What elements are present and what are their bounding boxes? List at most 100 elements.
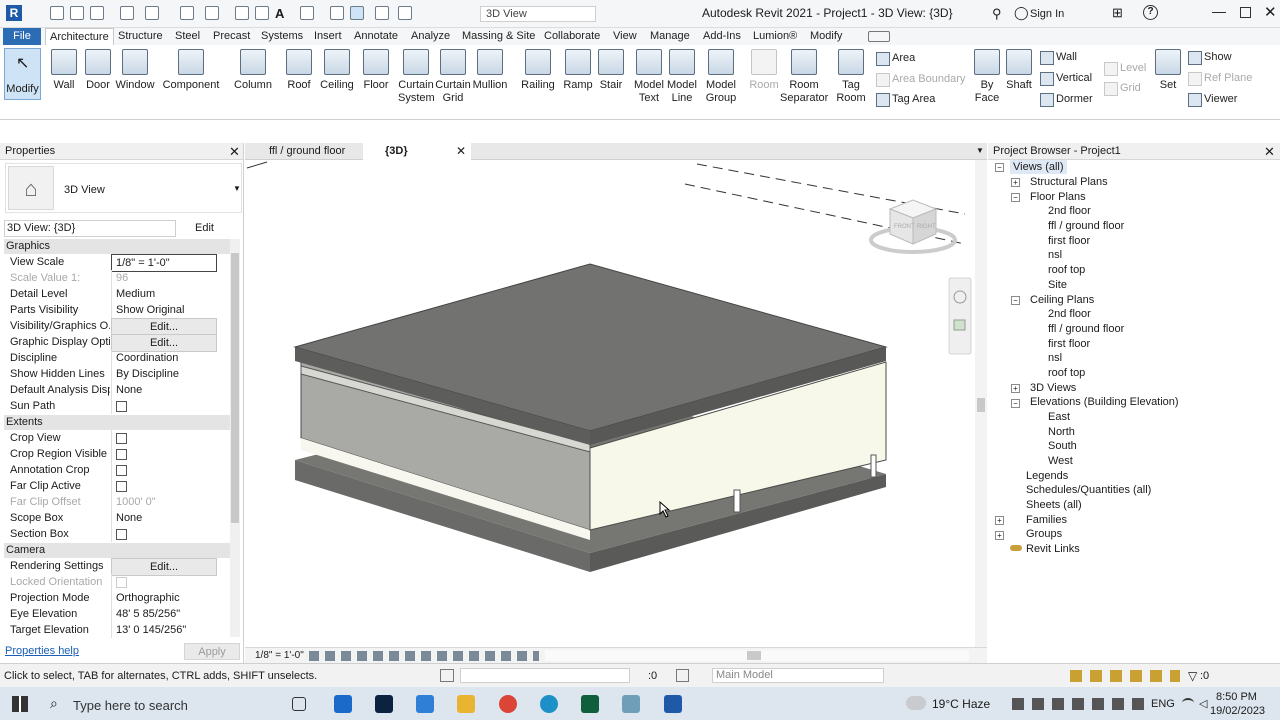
wifi-icon[interactable]	[1182, 698, 1194, 708]
prop-row[interactable]: Eye Elevation 48' 5 85/256"	[4, 606, 217, 622]
tree-schedules[interactable]: Schedules/Quantities (all)	[1026, 483, 1151, 497]
prop-row[interactable]: Discipline Coordination	[4, 350, 217, 366]
tree-sheets[interactable]: Sheets (all)	[1026, 498, 1082, 512]
column-button[interactable]: Column	[234, 49, 272, 92]
scrollbar-thumb[interactable]	[977, 398, 985, 412]
tab-systems[interactable]: Systems	[257, 28, 307, 45]
tree-item[interactable]: nsl	[1048, 351, 1062, 365]
expand-icon[interactable]: +	[995, 531, 1004, 540]
tab-add-ins[interactable]: Add-Ins	[699, 28, 745, 45]
tree-item[interactable]: Site	[1048, 278, 1067, 292]
prop-row[interactable]: Section Box	[4, 526, 217, 542]
annotation-crop-checkbox[interactable]	[116, 464, 127, 476]
3d-view-icon[interactable]	[300, 6, 314, 20]
close-icon[interactable]: ✕	[229, 143, 240, 160]
ramp-button[interactable]: Ramp	[562, 49, 594, 92]
tree-item[interactable]: first floor	[1048, 337, 1090, 351]
undo-icon[interactable]	[120, 6, 134, 20]
view-scale-label[interactable]: 1/8" = 1'-0"	[255, 650, 304, 661]
clock-time[interactable]: 8:50 PM	[1216, 691, 1257, 703]
tab-precast[interactable]: Precast	[209, 28, 254, 45]
app-icon[interactable]	[581, 695, 599, 713]
prop-row[interactable]: Rendering Settings Edit...	[4, 558, 217, 576]
grid-button[interactable]: Grid	[1104, 80, 1141, 96]
tree-structural-plans[interactable]: Structural Plans	[1030, 175, 1108, 189]
tree-item[interactable]: East	[1048, 410, 1070, 424]
prop-row[interactable]: Graphic Display Opti... Edit...	[4, 334, 217, 352]
tray-icons[interactable]	[1012, 698, 1144, 710]
mail-icon[interactable]	[416, 695, 434, 713]
dormer-button[interactable]: Dormer	[1040, 91, 1093, 107]
ref-plane-button[interactable]: Ref Plane	[1188, 70, 1252, 86]
workset-icon[interactable]	[440, 669, 454, 682]
level-button[interactable]: Level	[1104, 60, 1146, 76]
expand-icon[interactable]: +	[1011, 384, 1020, 393]
task-view-icon[interactable]	[292, 697, 306, 711]
tab-annotate[interactable]: Annotate	[350, 28, 402, 45]
collapse-icon[interactable]: −	[995, 163, 1004, 172]
prop-value[interactable]: 13' 0 145/256"	[111, 622, 217, 638]
speaker-icon[interactable]: ◁	[1199, 697, 1207, 710]
tab-ffl-ground-floor[interactable]: ffl / ground floor	[247, 143, 359, 160]
floor-button[interactable]: Floor	[361, 49, 391, 92]
wall-opening-button[interactable]: Wall	[1040, 49, 1077, 65]
prop-row[interactable]: Target Elevation 13' 0 145/256"	[4, 622, 217, 638]
camera-section[interactable]: Camera	[4, 543, 230, 558]
wall-button[interactable]: Wall	[50, 49, 78, 92]
prop-value[interactable]: None	[111, 382, 217, 398]
horizontal-scrollbar[interactable]	[545, 650, 969, 661]
prop-row[interactable]: Parts Visibility Show Original	[4, 302, 217, 318]
model-text-button[interactable]: Model Text	[632, 49, 666, 105]
model-canvas[interactable]: FRONT RIGHT	[245, 160, 975, 634]
tree-item[interactable]: first floor	[1048, 234, 1090, 248]
expand-icon[interactable]: +	[1011, 178, 1020, 187]
prop-value[interactable]: Show Original	[111, 302, 217, 318]
modify-button[interactable]: ↖ Modify	[4, 48, 41, 100]
open-icon[interactable]	[50, 6, 64, 20]
curtain-grid-button[interactable]: Curtain Grid	[435, 49, 471, 105]
prop-row[interactable]: Scope Box None	[4, 510, 217, 526]
expand-icon[interactable]: +	[995, 516, 1004, 525]
model-dropdown[interactable]: Main Model	[712, 668, 884, 683]
scrollbar-thumb[interactable]	[231, 253, 239, 523]
revit-logo-icon[interactable]: R	[6, 5, 22, 21]
prop-row[interactable]: Visibility/Graphics O... Edit...	[4, 318, 217, 336]
prop-value[interactable]: Coordination	[111, 350, 217, 366]
save-icon[interactable]	[70, 6, 84, 20]
tab-collaborate[interactable]: Collaborate	[540, 28, 604, 45]
tree-floor-plans[interactable]: Floor Plans	[1030, 190, 1086, 204]
section-icon[interactable]	[330, 6, 344, 20]
photoshop-icon[interactable]	[375, 695, 393, 713]
prop-row[interactable]: Detail Level Medium	[4, 286, 217, 302]
tab-manage[interactable]: Manage	[646, 28, 694, 45]
prop-value[interactable]: 48' 5 85/256"	[111, 606, 217, 622]
user-icon[interactable]: ◯	[1014, 5, 1029, 21]
redo-icon[interactable]	[145, 6, 159, 20]
collapse-icon[interactable]: −	[1011, 399, 1020, 408]
tab-massing[interactable]: Massing & Site	[458, 28, 539, 45]
sign-in-link[interactable]: Sign In	[1030, 8, 1064, 20]
tree-item[interactable]: West	[1048, 454, 1073, 468]
stair-button[interactable]: Stair	[596, 49, 626, 92]
tree-groups[interactable]: Groups	[1026, 527, 1062, 541]
clock-date[interactable]: 19/02/2023	[1210, 705, 1265, 717]
navigation-bar[interactable]	[948, 277, 972, 355]
file-explorer-icon[interactable]	[457, 695, 475, 713]
thin-lines-icon[interactable]	[350, 6, 364, 20]
language-indicator[interactable]: ENG	[1151, 698, 1175, 710]
instance-selector[interactable]: 3D View: {3D}	[4, 220, 176, 237]
edit-type-button[interactable]: Edit Type	[180, 220, 240, 251]
by-face-button[interactable]: By Face	[972, 49, 1002, 105]
scrollbar-thumb[interactable]	[747, 651, 761, 660]
tree-item[interactable]: roof top	[1048, 366, 1085, 380]
tab-steel[interactable]: Steel	[171, 28, 204, 45]
roof-button[interactable]: Roof	[284, 49, 314, 92]
far-clip-checkbox[interactable]	[116, 480, 127, 492]
tree-item[interactable]: South	[1048, 439, 1077, 453]
tab-modify[interactable]: Modify	[806, 28, 846, 45]
apply-button[interactable]: Apply	[184, 643, 240, 660]
cart-icon[interactable]: ⊞	[1112, 5, 1123, 21]
revit-taskbar-icon[interactable]	[664, 695, 682, 713]
properties-scrollbar[interactable]	[230, 239, 240, 637]
view-controls-icons[interactable]	[309, 651, 539, 661]
